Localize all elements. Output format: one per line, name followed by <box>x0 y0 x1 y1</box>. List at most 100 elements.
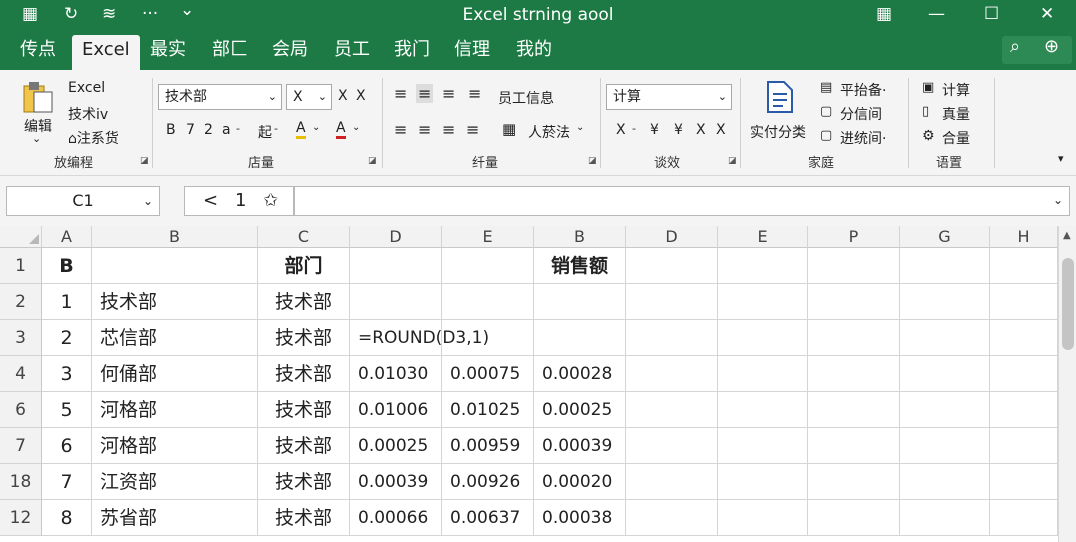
cell[interactable]: 0.00028 <box>534 356 626 392</box>
cell[interactable] <box>900 284 990 320</box>
cell[interactable] <box>808 320 900 356</box>
underline-button[interactable]: 2 <box>204 122 213 138</box>
cell[interactable]: =ROUND(D3,1) <box>350 320 489 356</box>
dialog-launcher-icon[interactable]: ◪ <box>728 156 737 166</box>
cell[interactable]: 何俑部 <box>92 356 258 392</box>
cell[interactable]: 技术部 <box>258 464 350 500</box>
style-b-button[interactable]: 分信间 <box>840 104 882 124</box>
cell[interactable] <box>990 500 1058 536</box>
cell[interactable] <box>350 248 442 284</box>
col-header-k[interactable]: H <box>990 226 1058 248</box>
cell[interactable]: 0.00959 <box>442 428 534 464</box>
cell[interactable] <box>900 392 990 428</box>
nav-number[interactable]: 1 <box>235 190 246 211</box>
cell[interactable] <box>900 320 990 356</box>
dialog-launcher-icon[interactable]: ◪ <box>368 156 377 166</box>
row-header[interactable]: 2 <box>0 284 42 320</box>
row-header[interactable]: 12 <box>0 500 42 536</box>
tab-8[interactable]: 我的 <box>516 38 552 70</box>
cell[interactable] <box>718 356 808 392</box>
cell[interactable] <box>442 284 534 320</box>
formula-input[interactable]: ⌄ <box>294 186 1070 216</box>
back-icon[interactable]: < <box>203 190 218 211</box>
maximize-icon[interactable]: ☐ <box>984 4 999 24</box>
cell[interactable]: 0.01006 <box>350 392 442 428</box>
table-icon[interactable]: ▦ <box>876 4 892 24</box>
row-header[interactable]: 3 <box>0 320 42 356</box>
cell[interactable] <box>718 320 808 356</box>
cell[interactable] <box>626 500 718 536</box>
col-header-d[interactable]: D <box>350 226 442 248</box>
style-b-icon[interactable]: ▢ <box>820 104 832 119</box>
cell[interactable]: 0.01030 <box>350 356 442 392</box>
chevron-down-icon[interactable]: ⌄ <box>32 132 41 145</box>
x2-button[interactable]: X <box>356 88 366 104</box>
cell[interactable] <box>534 284 626 320</box>
minimize-icon[interactable]: — <box>928 4 945 24</box>
document-icon[interactable] <box>764 80 794 114</box>
style-c-button[interactable]: 进统间· <box>840 128 886 148</box>
cell[interactable] <box>900 464 990 500</box>
page-icon[interactable]: ▯ <box>922 104 929 119</box>
italic-button[interactable]: 7 <box>186 122 195 138</box>
cell[interactable] <box>808 284 900 320</box>
cell[interactable] <box>990 428 1058 464</box>
cell[interactable]: 8 <box>42 500 92 536</box>
cell[interactable] <box>718 284 808 320</box>
cell[interactable]: 3 <box>42 356 92 392</box>
collapse-ribbon-icon[interactable]: ▾ <box>1058 152 1064 165</box>
cell[interactable]: 1 <box>42 284 92 320</box>
align-bottom-icon[interactable]: ≡ <box>442 84 455 103</box>
cell[interactable] <box>626 464 718 500</box>
cell[interactable]: 技术部 <box>258 500 350 536</box>
row-header[interactable]: 1 <box>0 248 42 284</box>
fontsize-a-button[interactable]: a <box>222 122 231 138</box>
cell[interactable] <box>808 392 900 428</box>
cell[interactable]: 6 <box>42 428 92 464</box>
cell[interactable] <box>718 428 808 464</box>
cell[interactable] <box>990 284 1058 320</box>
cell[interactable] <box>900 356 990 392</box>
cell[interactable] <box>442 320 534 356</box>
merge-button[interactable]: 人菸法 <box>528 122 570 142</box>
select-all-corner[interactable] <box>0 226 42 248</box>
decimal-inc-button[interactable]: X <box>696 122 706 138</box>
bold-button[interactable]: B <box>166 122 176 138</box>
currency2-button[interactable]: ¥ <box>674 122 683 138</box>
currency-button[interactable]: ¥ <box>650 122 659 138</box>
cell[interactable]: 0.00039 <box>350 464 442 500</box>
number-format-select[interactable]: 计算 ⌄ <box>606 84 732 110</box>
tab-7[interactable]: 信理 <box>454 38 490 70</box>
vertical-scrollbar[interactable]: ▲ <box>1058 226 1076 542</box>
calc-icon[interactable]: ▣ <box>922 80 934 95</box>
cell[interactable]: 技术部 <box>258 356 350 392</box>
chevron-down-icon[interactable]: ⌄ <box>1053 193 1063 207</box>
search-icon[interactable]: ⌕ <box>1010 36 1020 57</box>
cell[interactable]: 技术部 <box>258 284 350 320</box>
cell[interactable] <box>626 392 718 428</box>
employee-info-button[interactable]: 员工信息 <box>498 88 554 108</box>
cell[interactable]: 销售额 <box>534 248 626 284</box>
cells-c-button[interactable]: 合量 <box>942 128 970 148</box>
row-header[interactable]: 6 <box>0 392 42 428</box>
scroll-up-icon[interactable]: ▲ <box>1063 230 1071 241</box>
cell[interactable] <box>990 464 1058 500</box>
tab-2[interactable]: 最实 <box>150 38 186 70</box>
cell[interactable]: 0.00926 <box>442 464 534 500</box>
cell[interactable]: 0.00025 <box>534 392 626 428</box>
cell[interactable]: 技术部 <box>258 320 350 356</box>
align-left-icon[interactable]: ≡ <box>394 120 407 139</box>
tab-excel[interactable]: Excel <box>72 35 140 70</box>
close-icon[interactable]: ✕ <box>1040 4 1054 24</box>
merge-icon[interactable]: ▦ <box>502 120 516 138</box>
cell[interactable]: 5 <box>42 392 92 428</box>
align-right-icon[interactable]: ≡ <box>442 120 455 139</box>
cell[interactable]: 0.00066 <box>350 500 442 536</box>
align-top-icon[interactable]: ≡ <box>394 84 407 103</box>
font-name-select[interactable]: 技术部 ⌄ <box>158 84 282 110</box>
styles-button[interactable]: 实付分类 <box>750 122 806 142</box>
cell[interactable] <box>900 500 990 536</box>
col-header-f[interactable]: B <box>534 226 626 248</box>
cell[interactable] <box>92 248 258 284</box>
font-size-select[interactable]: X ⌄ <box>286 84 332 110</box>
